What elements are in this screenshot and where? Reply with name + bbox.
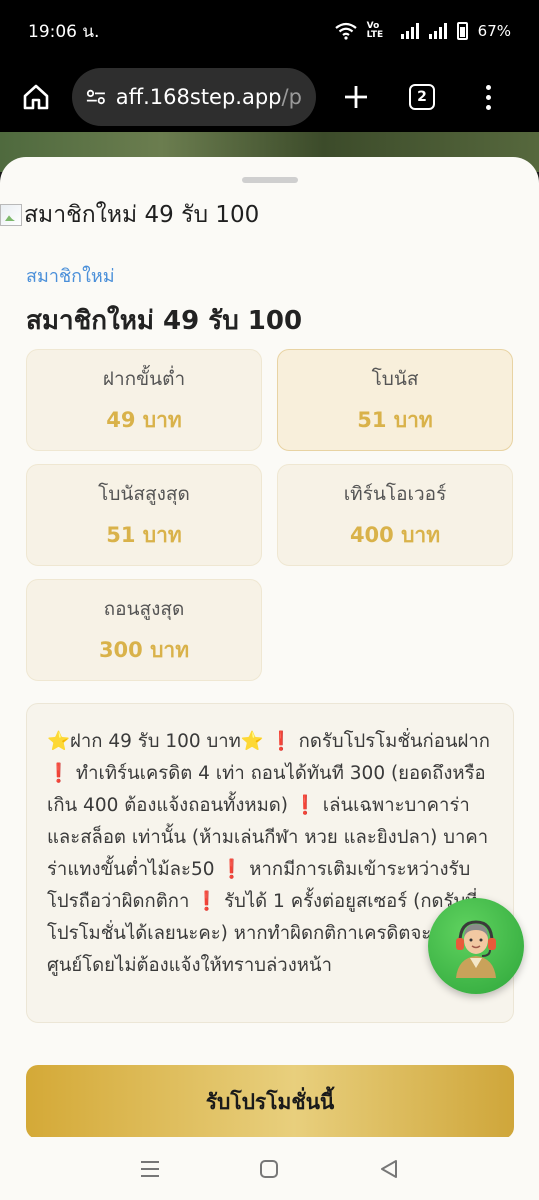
stat-label: โบนัส: [371, 367, 419, 390]
more-menu-button[interactable]: [462, 71, 514, 123]
recents-icon: [140, 1160, 159, 1177]
stat-label: ฝากขั้นต่ำ: [102, 367, 186, 390]
home-nav-icon: [260, 1159, 279, 1178]
battery-percent: 67%: [477, 22, 511, 40]
status-time: 19:06 น.: [28, 21, 100, 42]
support-chat-button[interactable]: [428, 898, 524, 994]
back-button[interactable]: [369, 1149, 409, 1189]
home-icon: [23, 84, 49, 110]
home-nav-button[interactable]: [249, 1149, 289, 1189]
url-text: aff.168step.app/pro: [116, 85, 302, 109]
stat-value: 400 บาท: [349, 522, 441, 547]
stat-card-turnover: เทิร์นโอเวอร์ 400 บาท: [277, 464, 513, 566]
stat-value: 51 บาท: [106, 522, 182, 547]
browser-toolbar: aff.168step.app/pro 2: [0, 62, 539, 132]
plus-icon: [345, 86, 367, 108]
stat-value: 51 บาท: [357, 407, 433, 432]
battery-icon: [456, 22, 468, 40]
system-navigation-bar: [0, 1137, 539, 1200]
tabs-button[interactable]: 2: [396, 71, 448, 123]
stat-card-bonus: โบนัส 51 บาท: [277, 349, 513, 451]
sheet-drag-handle[interactable]: [242, 177, 298, 183]
tabs-icon: 2: [409, 84, 435, 110]
promo-banner-image: สมาชิกใหม่ 49 รับ 100: [0, 197, 259, 233]
recents-button[interactable]: [130, 1149, 170, 1189]
home-button[interactable]: [14, 75, 58, 119]
new-tab-button[interactable]: [330, 71, 382, 123]
stat-label: ถอนสูงสุด: [103, 597, 185, 620]
stat-label: เทิร์นโอเวอร์: [343, 482, 447, 505]
stat-card-max-withdraw: ถอนสูงสุด 300 บาท: [26, 579, 262, 681]
promo-category: สมาชิกใหม่: [26, 266, 115, 287]
promo-title: สมาชิกใหม่ 49 รับ 100: [26, 306, 303, 336]
site-settings-icon: [86, 89, 105, 105]
address-bar[interactable]: aff.168step.app/pro: [72, 68, 316, 126]
back-icon: [381, 1159, 398, 1178]
stat-card-max-bonus: โบนัสสูงสุด 51 บาท: [26, 464, 262, 566]
stat-value: 49 บาท: [106, 407, 182, 432]
support-agent-icon: [456, 920, 496, 978]
signal-icon-2: [428, 23, 447, 39]
status-icons: Vo LTE 67%: [334, 21, 511, 40]
banner-alt-text: สมาชิกใหม่ 49 รับ 100: [24, 202, 260, 228]
volte-indicator: Vo LTE: [366, 21, 384, 40]
stat-label: โบนัสสูงสุด: [98, 482, 190, 505]
more-menu-icon: [485, 84, 491, 110]
stat-card-min-deposit: ฝากขั้นต่ำ 49 บาท: [26, 349, 262, 451]
url-host: aff.168step.app: [115, 85, 282, 109]
wifi-icon: [334, 22, 357, 40]
broken-image-icon: [0, 204, 22, 226]
signal-icon: [400, 23, 419, 39]
url-path: /pro: [281, 85, 302, 109]
claim-promotion-button[interactable]: รับโปรโมชั่นนี้: [26, 1065, 514, 1137]
stat-value: 300 บาท: [98, 637, 190, 662]
status-bar: 19:06 น. Vo LTE 67%: [0, 0, 539, 62]
